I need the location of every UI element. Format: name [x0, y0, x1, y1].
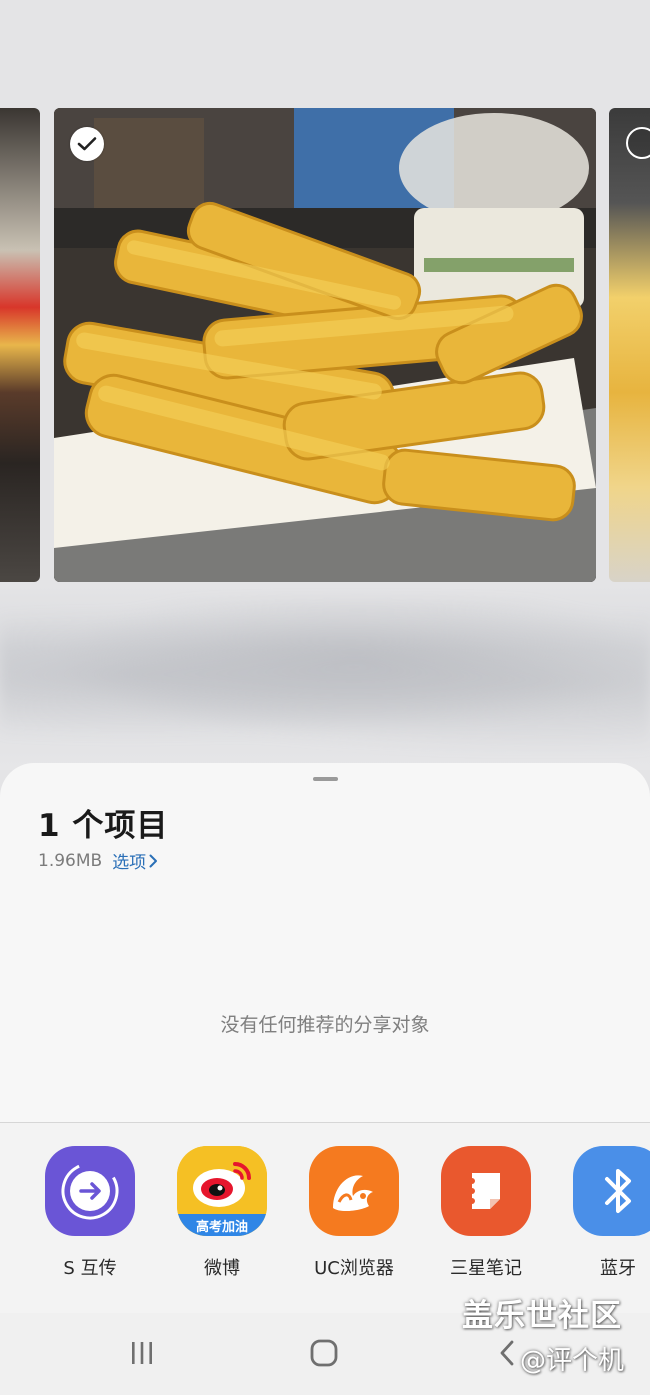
app-weibo[interactable]: 高考加油 微博 [156, 1146, 288, 1280]
app-samsung-notes[interactable]: 三星笔记 [420, 1146, 552, 1280]
no-recommendations-message: 没有任何推荐的分享对象 [220, 1014, 430, 1036]
home-icon [310, 1339, 338, 1367]
app-bluetooth[interactable]: 蓝牙 [552, 1146, 650, 1280]
selected-items-count: 1 个项目 [38, 808, 169, 844]
quick-share-icon [45, 1146, 135, 1236]
recents-icon [132, 1342, 152, 1364]
back-button[interactable] [492, 1335, 522, 1371]
weibo-badge-text: 高考加油 [195, 1220, 248, 1235]
blurred-background [0, 600, 650, 750]
watermark-community: 盖乐世社区 [462, 1298, 622, 1334]
app-uc-browser[interactable]: UC浏览器 [288, 1146, 420, 1280]
sheet-drag-handle[interactable] [313, 777, 338, 781]
recents-button[interactable] [122, 1335, 162, 1371]
watermark-author: @评个机 [520, 1346, 625, 1376]
chevron-right-icon [149, 854, 158, 867]
uc-browser-icon [309, 1146, 399, 1236]
weibo-icon: 高考加油 [177, 1146, 267, 1236]
app-label: 微博 [204, 1258, 240, 1279]
app-label: S 互传 [63, 1258, 117, 1279]
thumbnail-previous[interactable] [0, 108, 40, 582]
app-label: 蓝牙 [600, 1258, 636, 1279]
options-label: 选项 [112, 853, 147, 873]
app-quick-share[interactable]: S 互传 [24, 1146, 156, 1280]
file-meta: 1.96MB 选项 [38, 848, 158, 873]
options-link[interactable]: 选项 [112, 848, 158, 873]
samsung-notes-icon [441, 1146, 531, 1236]
thumbnail-selected[interactable] [54, 108, 596, 582]
back-icon [500, 1340, 514, 1366]
fries-photo [54, 108, 596, 582]
unselected-circle-icon[interactable] [626, 127, 650, 159]
app-label: UC浏览器 [314, 1258, 394, 1279]
app-label: 三星笔记 [450, 1258, 522, 1279]
home-button[interactable] [304, 1335, 344, 1371]
selected-check-icon[interactable] [70, 127, 104, 161]
bluetooth-icon [573, 1146, 650, 1236]
file-size: 1.96MB [38, 850, 103, 871]
thumbnail-next[interactable] [609, 108, 650, 582]
